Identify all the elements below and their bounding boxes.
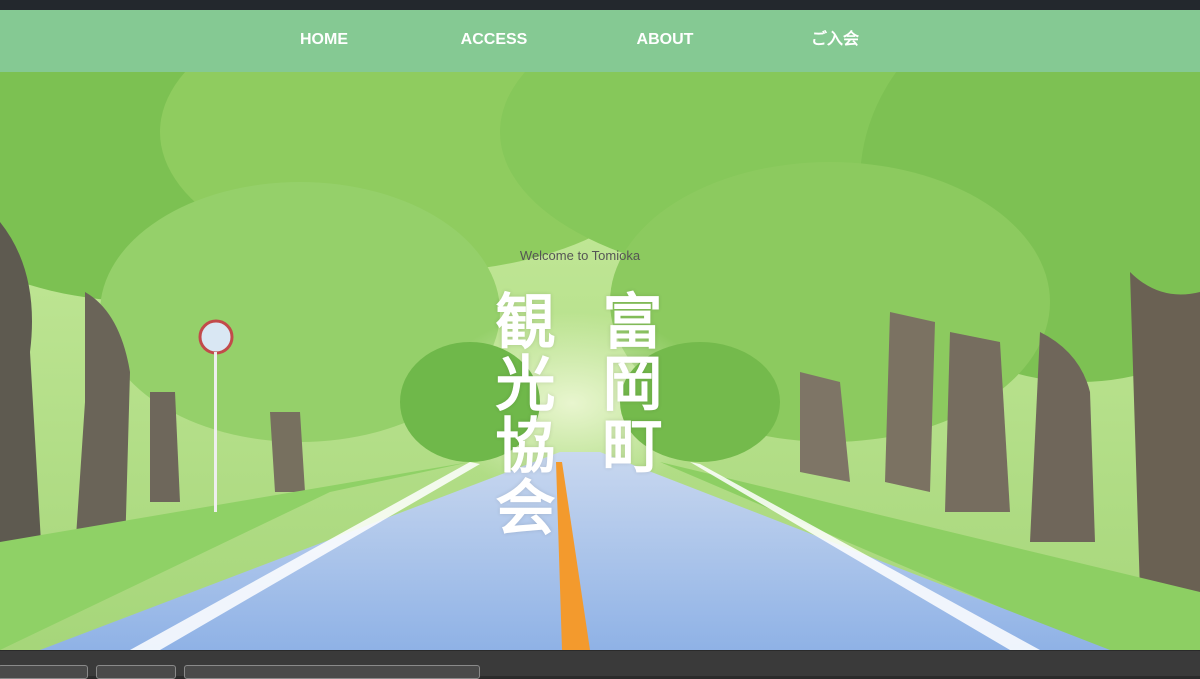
toolbar-button-2[interactable] xyxy=(96,665,176,679)
os-top-strip xyxy=(0,0,1200,10)
toolbar-button-1[interactable] xyxy=(0,665,88,679)
hero-title-kankou-kyoukai: 観光協会 xyxy=(485,290,555,538)
hero-section: Welcome to Tomioka 富岡町 観光協会 xyxy=(0,72,1200,650)
hero-title-tomioka: 富岡町 xyxy=(592,290,662,476)
nav-join-link[interactable]: ご入会 xyxy=(785,10,885,72)
nav-about-link[interactable]: ABOUT xyxy=(615,10,715,72)
welcome-text: Welcome to Tomioka xyxy=(519,248,641,263)
nav-access-link[interactable]: ACCESS xyxy=(444,10,544,72)
toolbar-button-3[interactable] xyxy=(184,665,480,679)
bottom-toolbar xyxy=(0,650,1200,679)
nav-home-link[interactable]: HOME xyxy=(274,10,374,72)
main-navbar: HOME ACCESS ABOUT ご入会 xyxy=(0,10,1200,72)
